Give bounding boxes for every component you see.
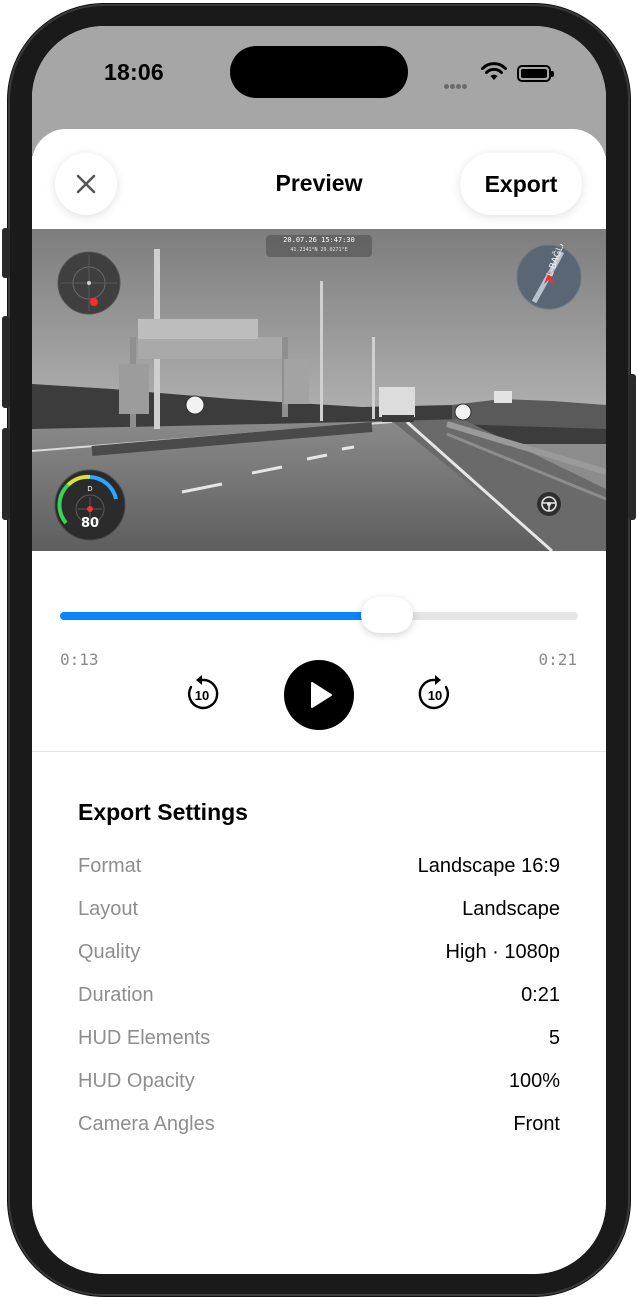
hud-coordinates: 41.2341°N 29.0271°E xyxy=(290,247,348,253)
speedometer-icon: D 80 xyxy=(54,469,126,541)
settings-row: Layout Landscape xyxy=(78,888,560,931)
hud-speed-value: 80 xyxy=(81,516,99,531)
volume-down-button xyxy=(2,428,10,520)
settings-row-value: High · 1080p xyxy=(445,941,560,963)
volume-up-button xyxy=(2,316,10,408)
skip-back-label: 10 xyxy=(195,688,209,703)
settings-row: HUD Elements 5 xyxy=(78,1017,560,1060)
settings-row-value: 100% xyxy=(508,1070,560,1092)
wifi-icon xyxy=(481,62,507,80)
hud-datetime: 20.07.26 15:47:30 xyxy=(283,236,355,244)
radar-icon xyxy=(57,251,121,315)
settings-row-label: Duration xyxy=(78,984,154,1006)
hud-timestamp: 20.07.26 15:47:30 41.2341°N 29.0271°E xyxy=(266,235,372,257)
settings-row-label: HUD Elements xyxy=(78,1027,211,1049)
settings-row-value: 0:21 xyxy=(521,984,560,1006)
action-button xyxy=(2,228,10,278)
scrubber-handle[interactable] xyxy=(360,597,413,633)
play-button[interactable] xyxy=(284,660,354,730)
skip-forward-button[interactable]: 10 xyxy=(415,674,455,714)
settings-row-value: Front xyxy=(513,1113,560,1135)
scrubber-progress xyxy=(60,612,371,620)
settings-row-label: Format xyxy=(78,855,142,877)
settings-row: Format Landscape 16:9 xyxy=(78,845,560,888)
settings-row: Duration 0:21 xyxy=(78,974,560,1017)
status-time: 18:06 xyxy=(104,59,164,85)
settings-row-value: 5 xyxy=(548,1027,560,1049)
play-icon xyxy=(311,682,332,708)
battery-icon xyxy=(517,65,554,82)
settings-row-label: Layout xyxy=(78,898,139,920)
total-time: 0:21 xyxy=(538,650,577,669)
settings-row-value: Landscape xyxy=(462,898,560,920)
settings-row-value: Landscape 16:9 xyxy=(417,855,560,877)
settings-row: Camera Angles Front xyxy=(78,1103,560,1146)
skip-back-button[interactable]: 10 xyxy=(182,674,222,714)
export-settings-list: Format Landscape 16:9 Layout Landscape Quali… xyxy=(78,845,560,1146)
cellular-signal-icon xyxy=(444,76,468,94)
compass-map-icon: L-BAĞLAN xyxy=(516,244,582,310)
power-button xyxy=(628,374,636,520)
settings-row-label: Quality xyxy=(78,941,141,963)
export-button[interactable]: Export xyxy=(460,153,582,215)
playback-scrubber[interactable] xyxy=(60,597,578,633)
hud-gear: D xyxy=(87,485,92,493)
current-time: 0:13 xyxy=(60,650,99,669)
preview-sheet: Preview Export 20.07.26 15:47:30 41.2341… xyxy=(32,129,606,1274)
screen: 18:06 Preview Export 20.07.26 15:47:30 4… xyxy=(32,26,606,1274)
skip-forward-label: 10 xyxy=(428,688,442,703)
settings-row-label: HUD Opacity xyxy=(78,1070,195,1092)
divider xyxy=(32,751,606,752)
settings-row: HUD Opacity 100% xyxy=(78,1060,560,1103)
settings-row: Quality High · 1080p xyxy=(78,931,560,974)
export-settings-title: Export Settings xyxy=(78,799,248,825)
steering-wheel-icon xyxy=(537,492,561,516)
settings-row-label: Camera Angles xyxy=(78,1113,215,1135)
video-preview[interactable]: 20.07.26 15:47:30 41.2341°N 29.0271°E L-… xyxy=(32,229,606,551)
dynamic-island xyxy=(230,46,408,98)
